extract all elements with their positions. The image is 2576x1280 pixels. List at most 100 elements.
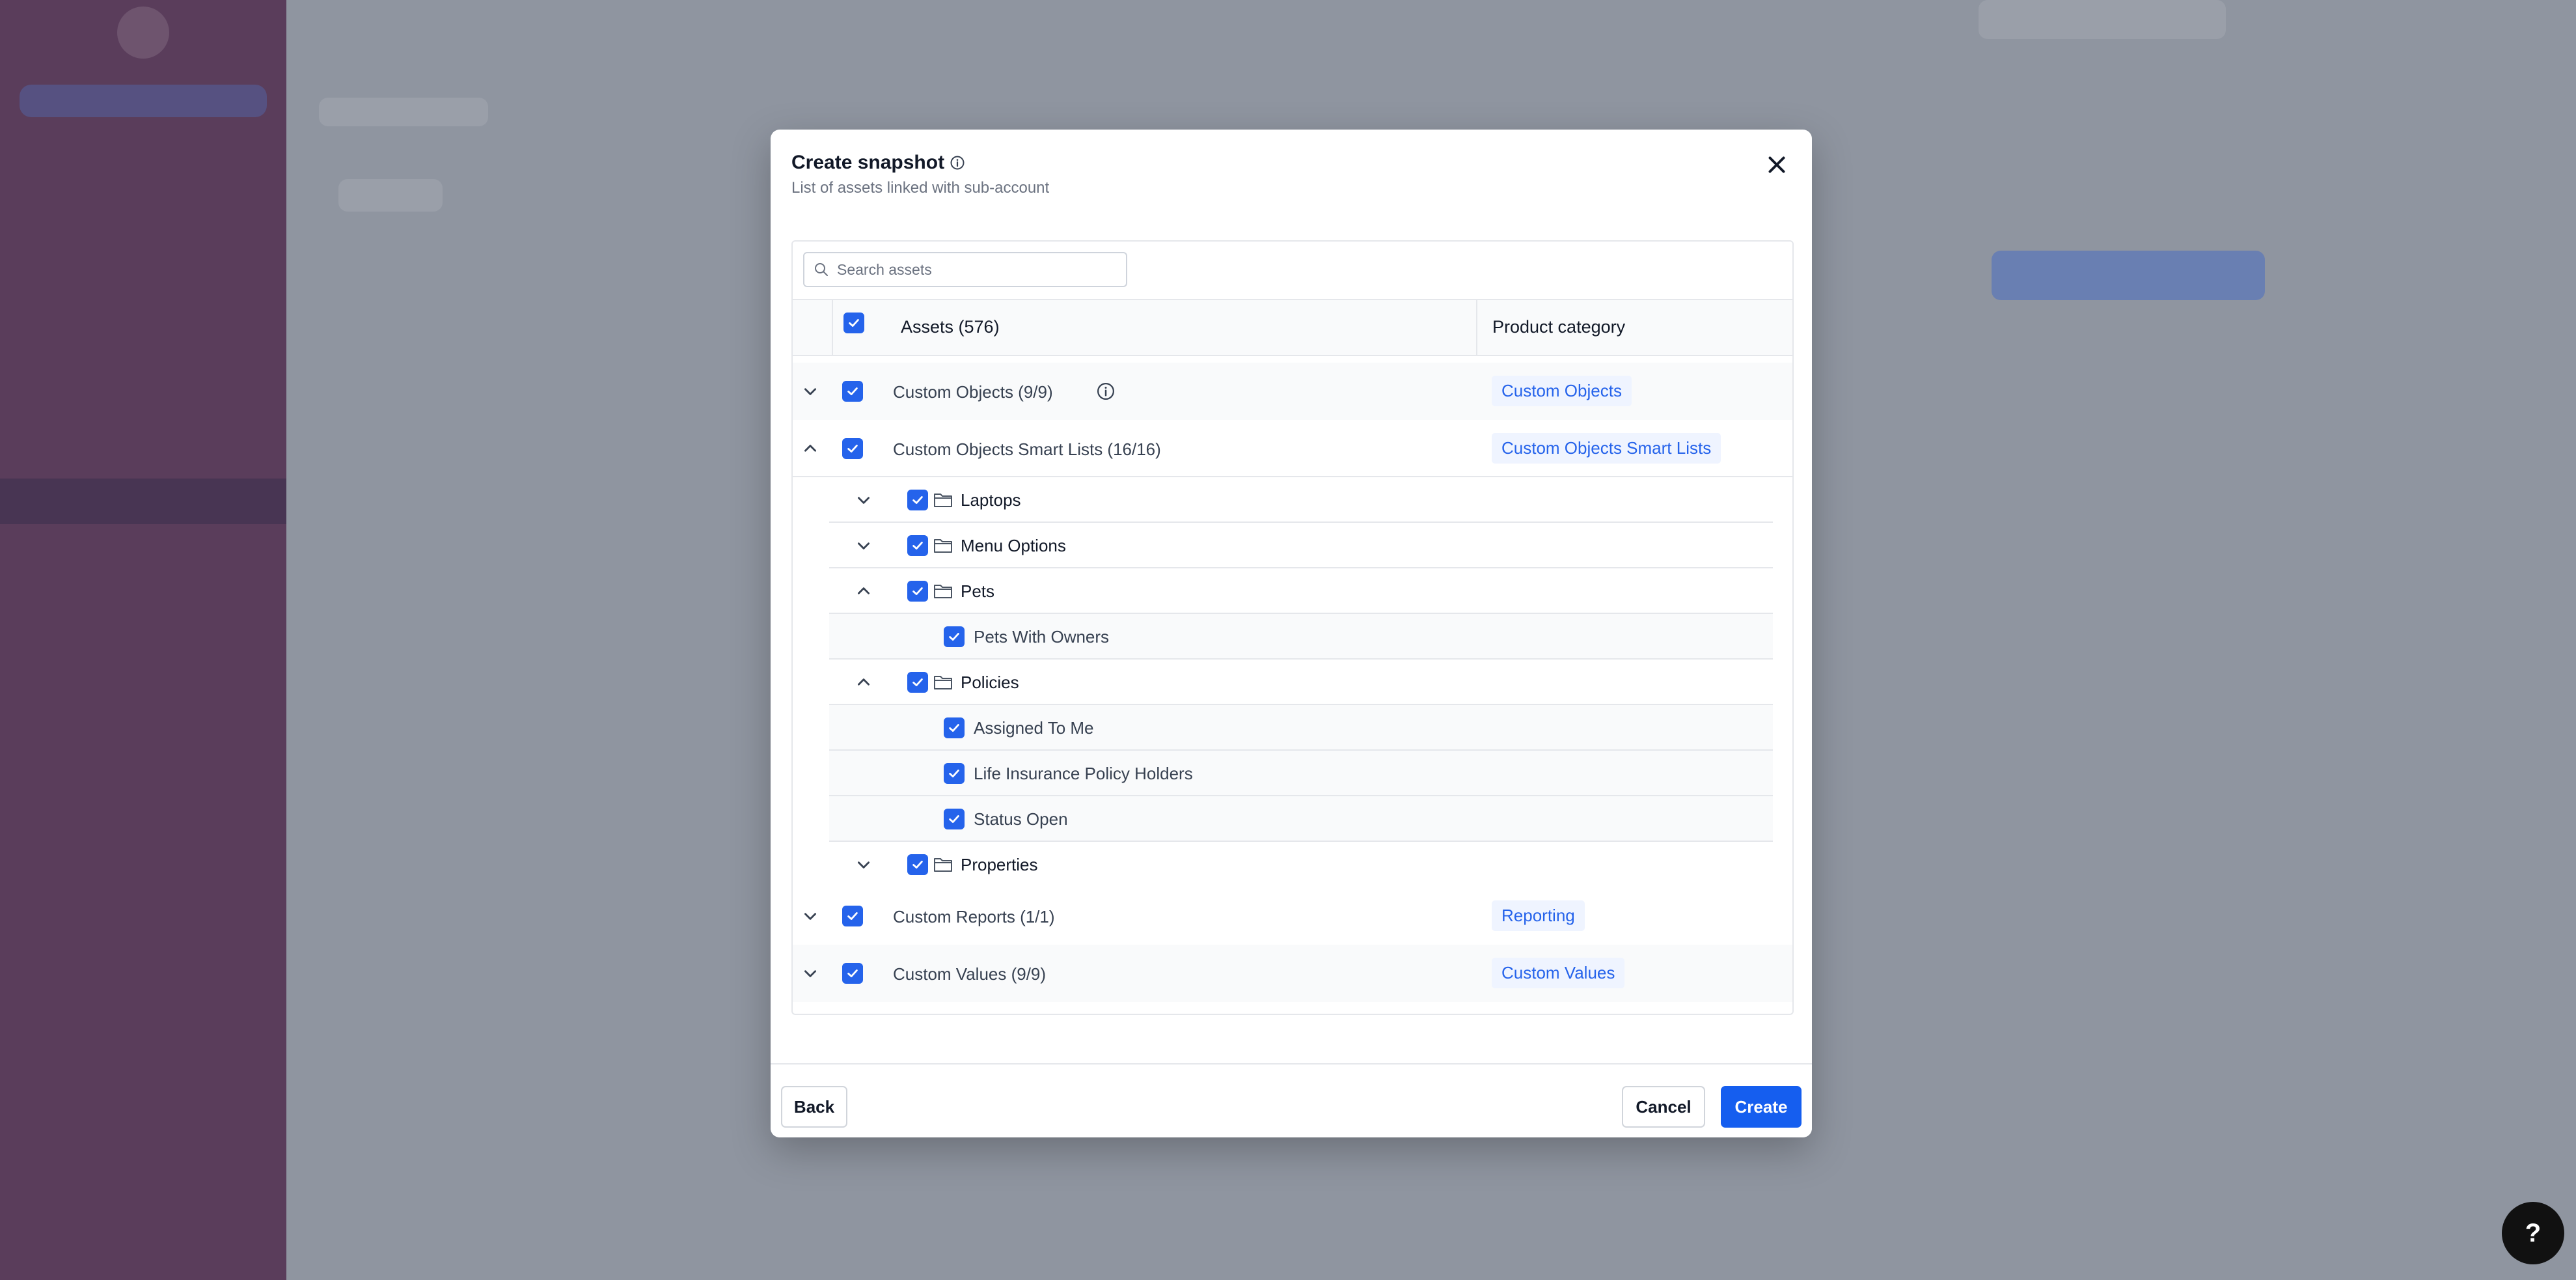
check-icon — [847, 387, 858, 395]
assets-column-header[interactable]: Assets (576) — [901, 317, 1000, 337]
category-badge: Reporting — [1492, 900, 1585, 931]
create-button[interactable]: Create — [1721, 1086, 1802, 1128]
smart-list-label: Life Insurance Policy Holders — [974, 764, 1193, 783]
info-icon[interactable] — [950, 155, 965, 171]
chevron-down-icon[interactable] — [802, 908, 819, 925]
folder-label: Properties — [961, 855, 1038, 874]
select-all-checkbox[interactable] — [843, 313, 864, 333]
row-checkbox[interactable] — [842, 963, 863, 984]
info-icon[interactable] — [1096, 382, 1116, 401]
smart-list-folder-menu-options: Menu Options — [829, 523, 1773, 568]
folder-label: Laptops — [961, 490, 1021, 510]
asset-row-custom-objects: Custom Objects (9/9) Custom Objects — [793, 363, 1792, 420]
background-active-nav — [0, 479, 286, 524]
asset-row-custom-values: Custom Values (9/9) Custom Values — [793, 945, 1792, 1002]
background-tab — [338, 179, 443, 212]
folder-label: Pets — [961, 581, 995, 601]
chevron-down-icon[interactable] — [855, 492, 872, 508]
modal-subtitle: List of assets linked with sub-account — [791, 179, 1050, 197]
row-checkbox[interactable] — [907, 490, 928, 510]
row-checkbox[interactable] — [842, 906, 863, 926]
help-button[interactable]: ? — [2502, 1202, 2564, 1264]
chevron-up-icon[interactable] — [802, 440, 819, 457]
row-checkbox[interactable] — [842, 381, 863, 402]
asset-label: Custom Reports (1/1) — [893, 907, 1055, 926]
smart-list-item-pets-with-owners: Pets With Owners — [829, 614, 1773, 660]
row-checkbox[interactable] — [907, 581, 928, 602]
chevron-down-icon[interactable] — [802, 965, 819, 982]
check-icon — [912, 861, 923, 869]
row-checkbox[interactable] — [907, 535, 928, 556]
modal-title-text: Create snapshot — [791, 152, 945, 173]
check-icon — [912, 587, 923, 595]
background-avatars — [1979, 0, 2226, 39]
folder-icon — [934, 494, 952, 507]
check-icon — [847, 969, 858, 977]
folder-icon — [934, 676, 952, 689]
row-checkbox[interactable] — [907, 672, 928, 693]
check-icon — [949, 770, 959, 777]
check-icon — [912, 678, 923, 686]
row-checkbox[interactable] — [944, 626, 965, 647]
search-icon — [815, 263, 828, 276]
folder-icon — [934, 585, 952, 598]
background-logo — [117, 7, 169, 59]
smart-list-label: Pets With Owners — [974, 627, 1110, 647]
row-checkbox[interactable] — [944, 809, 965, 829]
chevron-down-icon[interactable] — [855, 856, 872, 873]
asset-label: Custom Values (9/9) — [893, 964, 1047, 984]
check-icon — [949, 815, 959, 823]
smart-list-label: Assigned To Me — [974, 718, 1094, 738]
asset-label: Custom Objects Smart Lists (16/16) — [893, 439, 1161, 459]
modal-title: Create snapshot — [791, 152, 965, 174]
row-checkbox[interactable] — [842, 438, 863, 459]
close-icon[interactable] — [1765, 153, 1788, 176]
chevron-up-icon[interactable] — [855, 583, 872, 600]
back-button[interactable]: Back — [781, 1086, 847, 1128]
row-checkbox[interactable] — [944, 717, 965, 738]
smart-list-item-life-insurance: Life Insurance Policy Holders — [829, 751, 1773, 796]
asset-row-custom-reports: Custom Reports (1/1) Reporting — [793, 887, 1792, 945]
search-box — [803, 252, 1127, 287]
folder-label: Policies — [961, 673, 1019, 692]
smart-list-item-assigned-to-me: Assigned To Me — [829, 705, 1773, 751]
smart-list-folder-policies: Policies — [829, 660, 1773, 705]
background-sidebar — [0, 0, 286, 1280]
background-location-switcher — [20, 85, 267, 117]
smart-list-item-status-open: Status Open — [829, 796, 1773, 842]
background-heading — [319, 98, 488, 126]
header-divider — [1476, 300, 1477, 355]
modal-footer: Back Cancel Create — [771, 1063, 1812, 1137]
search-input[interactable] — [836, 260, 1112, 279]
smart-list-folder-pets: Pets — [829, 568, 1773, 614]
smart-list-label: Status Open — [974, 809, 1068, 829]
chevron-up-icon[interactable] — [855, 674, 872, 691]
check-icon — [912, 496, 923, 504]
smart-list-folder-laptops: Laptops — [829, 477, 1773, 523]
category-badge: Custom Objects Smart Lists — [1492, 433, 1721, 464]
folder-label: Menu Options — [961, 536, 1066, 555]
check-icon — [949, 724, 959, 732]
folder-icon — [934, 539, 952, 553]
chevron-down-icon[interactable] — [802, 383, 819, 400]
background-primary-button — [1992, 251, 2265, 300]
asset-label: Custom Objects (9/9) — [893, 382, 1053, 402]
cancel-button[interactable]: Cancel — [1622, 1086, 1705, 1128]
table-header: Assets (576) Product category — [793, 299, 1792, 356]
folder-icon — [934, 858, 952, 872]
check-icon — [847, 912, 858, 920]
asset-row-custom-objects-smart-lists: Custom Objects Smart Lists (16/16) Custo… — [793, 420, 1792, 477]
check-icon — [912, 542, 923, 550]
chevron-down-icon[interactable] — [855, 537, 872, 554]
check-icon — [949, 633, 959, 641]
assets-panel: Assets (576) Product category Custom Obj… — [791, 240, 1794, 1015]
check-icon — [847, 445, 858, 452]
row-checkbox[interactable] — [944, 763, 965, 784]
smart-list-folder-properties: Properties — [829, 842, 1773, 887]
header-divider — [832, 300, 833, 355]
row-checkbox[interactable] — [907, 854, 928, 875]
category-badge: Custom Objects — [1492, 376, 1632, 406]
category-column-header[interactable]: Product category — [1492, 317, 1625, 337]
category-badge: Custom Values — [1492, 958, 1625, 988]
check-icon — [849, 319, 859, 327]
